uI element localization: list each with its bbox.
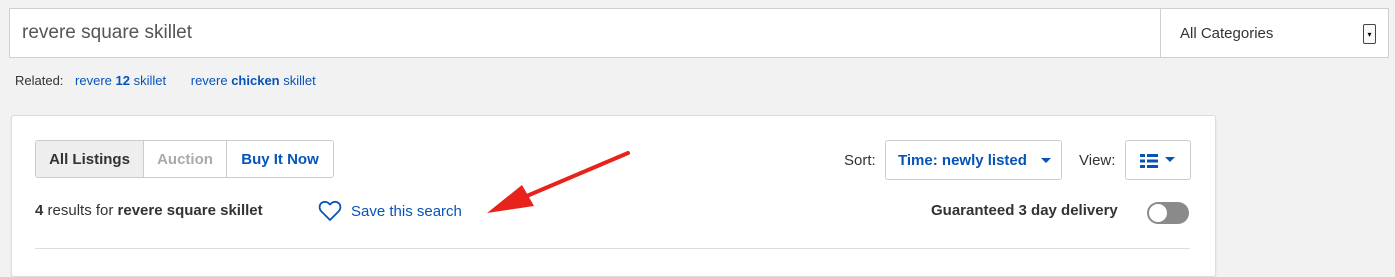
guaranteed-delivery-toggle[interactable] — [1147, 202, 1189, 224]
chevron-down-icon — [1165, 157, 1175, 162]
related-link-bold: 12 — [115, 73, 130, 88]
results-query: revere square skillet — [117, 202, 263, 219]
related-link-revere-chicken-skillet[interactable]: revere chicken skillet — [191, 73, 316, 88]
view-label: View: — [1079, 152, 1116, 169]
sort-value: Time: newly listed — [898, 151, 1027, 169]
related-link-text: skillet — [129, 73, 167, 88]
search-bar: All Categories ▾ — [9, 8, 1389, 58]
divider — [35, 248, 1190, 249]
results-count: 4 results for revere square skillet — [35, 202, 263, 219]
tab-buy-it-now[interactable]: Buy It Now — [227, 141, 333, 177]
category-select-label: All Categories — [1180, 24, 1274, 42]
results-panel: All Listings Auction Buy It Now Sort: Ti… — [11, 115, 1216, 277]
guaranteed-delivery-label: Guaranteed 3 day delivery — [931, 202, 1118, 219]
related-link-text: revere — [75, 73, 116, 88]
heart-icon — [318, 200, 342, 221]
related-link-text: skillet — [279, 73, 316, 88]
related-label: Related: — [15, 73, 64, 88]
sort-dropdown[interactable]: Time: newly listed — [885, 140, 1062, 180]
save-search-label: Save this search — [351, 202, 462, 220]
related-searches: Related: revere 12 skillet revere chicke… — [15, 73, 316, 88]
related-link-text: revere — [190, 73, 232, 88]
related-link-bold: chicken — [231, 73, 280, 88]
search-input[interactable] — [10, 9, 1160, 57]
related-link-revere-12-skillet[interactable]: revere 12 skillet — [75, 73, 166, 88]
category-select[interactable]: All Categories ▾ — [1160, 9, 1388, 57]
chevron-down-icon — [1041, 158, 1051, 163]
listing-type-tabs: All Listings Auction Buy It Now — [35, 140, 334, 178]
toggle-knob — [1149, 204, 1167, 222]
results-count-text: results for — [43, 202, 118, 219]
list-view-icon — [1140, 154, 1158, 168]
save-search-button[interactable]: Save this search — [318, 200, 462, 222]
tab-all-listings[interactable]: All Listings — [36, 141, 144, 177]
sort-label: Sort: — [844, 152, 876, 169]
tab-auction[interactable]: Auction — [144, 141, 227, 177]
view-dropdown[interactable] — [1125, 140, 1191, 180]
select-arrow-icon[interactable]: ▾ — [1363, 24, 1376, 44]
